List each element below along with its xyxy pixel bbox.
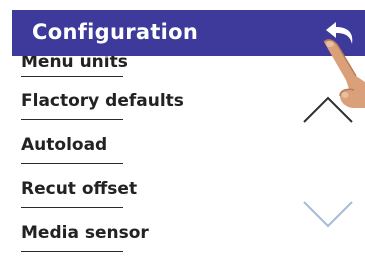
scroll-down-button[interactable] [300, 198, 356, 232]
menu-divider [21, 76, 123, 77]
menu-divider [21, 163, 123, 164]
configuration-screen: Menu units Flactory defaults Autoload Re… [0, 0, 365, 271]
back-button[interactable] [322, 14, 362, 50]
menu-divider [21, 119, 123, 120]
header-bar: Configuration [12, 10, 365, 56]
menu-item-factory-defaults[interactable]: Flactory defaults [21, 91, 184, 111]
menu-item-recut-offset[interactable]: Recut offset [21, 179, 137, 199]
menu-item-autoload[interactable]: Autoload [21, 135, 107, 155]
menu-item-media-sensor[interactable]: Media sensor [21, 223, 149, 243]
chevron-up-icon [303, 96, 353, 123]
chevron-down-icon [303, 201, 353, 228]
scroll-up-button[interactable] [300, 92, 356, 126]
menu-divider [21, 207, 123, 208]
menu-divider [21, 251, 123, 252]
back-arrow-icon [326, 22, 353, 44]
page-title: Configuration [32, 20, 199, 44]
